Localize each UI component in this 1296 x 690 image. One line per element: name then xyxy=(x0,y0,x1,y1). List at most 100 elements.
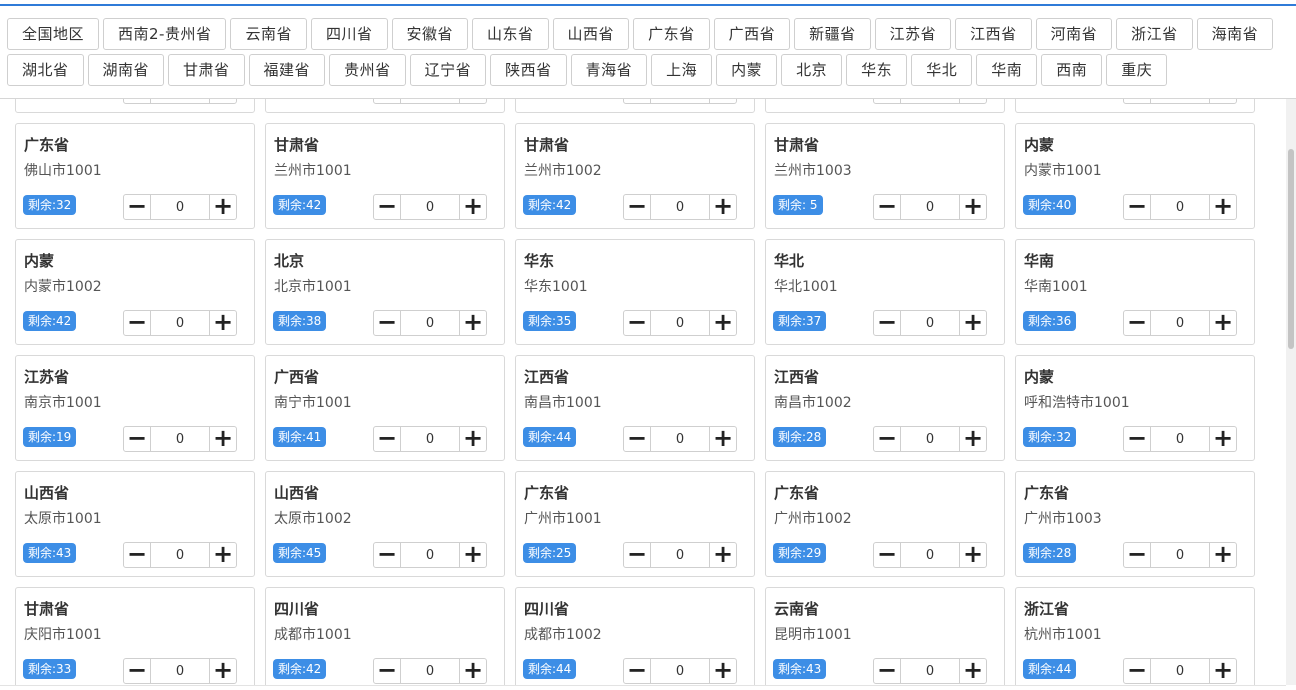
plus-icon[interactable]: + xyxy=(959,542,986,567)
minus-icon[interactable]: − xyxy=(874,426,901,451)
plus-icon[interactable]: + xyxy=(459,310,486,335)
region-filter-button[interactable]: 青海省 xyxy=(570,54,648,86)
minus-icon[interactable]: − xyxy=(124,426,151,451)
region-filter-button[interactable]: 江西省 xyxy=(955,18,1032,50)
scrollbar-thumb[interactable] xyxy=(1288,149,1294,349)
minus-icon[interactable]: − xyxy=(874,99,901,103)
quantity-value[interactable]: 0 xyxy=(651,427,709,451)
region-filter-button[interactable]: 甘肃省 xyxy=(168,54,245,86)
quantity-value[interactable]: 0 xyxy=(151,195,209,219)
plus-icon[interactable]: + xyxy=(709,194,736,219)
quantity-value[interactable]: 0 xyxy=(651,195,709,219)
quantity-value[interactable]: 0 xyxy=(1151,659,1209,683)
plus-icon[interactable]: + xyxy=(1209,99,1236,103)
region-filter-button[interactable]: 西南 xyxy=(1041,54,1103,86)
plus-icon[interactable]: + xyxy=(209,99,236,103)
region-filter-button[interactable]: 广西省 xyxy=(713,18,791,50)
region-filter-button[interactable]: 江苏省 xyxy=(874,18,952,50)
minus-icon[interactable]: − xyxy=(624,310,651,335)
region-filter-button[interactable]: 全国地区 xyxy=(7,18,100,50)
minus-icon[interactable]: − xyxy=(374,310,401,335)
region-filter-button[interactable]: 浙江省 xyxy=(1116,18,1193,50)
quantity-value[interactable]: 0 xyxy=(401,659,459,683)
plus-icon[interactable]: + xyxy=(959,194,986,219)
quantity-value[interactable]: 0 xyxy=(1151,99,1209,103)
minus-icon[interactable]: − xyxy=(374,426,401,451)
plus-icon[interactable]: + xyxy=(459,99,486,103)
region-filter-button[interactable]: 云南省 xyxy=(230,18,307,50)
region-filter-button[interactable]: 西南2-贵州省 xyxy=(103,18,227,50)
region-filter-button[interactable]: 河南省 xyxy=(1035,18,1113,50)
minus-icon[interactable]: − xyxy=(874,194,901,219)
quantity-value[interactable]: 0 xyxy=(401,311,459,335)
quantity-value[interactable]: 0 xyxy=(901,427,959,451)
region-filter-button[interactable]: 四川省 xyxy=(311,18,388,50)
quantity-value[interactable]: 0 xyxy=(1151,427,1209,451)
plus-icon[interactable]: + xyxy=(959,310,986,335)
plus-icon[interactable]: + xyxy=(209,658,236,683)
region-filter-button[interactable]: 安徽省 xyxy=(391,18,469,50)
minus-icon[interactable]: − xyxy=(1124,542,1151,567)
minus-icon[interactable]: − xyxy=(124,99,151,103)
plus-icon[interactable]: + xyxy=(1209,310,1236,335)
minus-icon[interactable]: − xyxy=(374,542,401,567)
minus-icon[interactable]: − xyxy=(874,658,901,683)
minus-icon[interactable]: − xyxy=(1124,194,1151,219)
minus-icon[interactable]: − xyxy=(1124,426,1151,451)
region-filter-button[interactable]: 华南 xyxy=(976,54,1038,86)
minus-icon[interactable]: − xyxy=(624,99,651,103)
minus-icon[interactable]: − xyxy=(624,194,651,219)
minus-icon[interactable]: − xyxy=(624,426,651,451)
plus-icon[interactable]: + xyxy=(459,658,486,683)
plus-icon[interactable]: + xyxy=(1209,658,1236,683)
region-filter-button[interactable]: 北京 xyxy=(781,54,843,86)
quantity-value[interactable]: 0 xyxy=(401,427,459,451)
region-filter-button[interactable]: 广东省 xyxy=(633,18,710,50)
plus-icon[interactable]: + xyxy=(709,310,736,335)
region-filter-button[interactable]: 新疆省 xyxy=(794,18,871,50)
region-filter-button[interactable]: 华东 xyxy=(846,54,908,86)
quantity-value[interactable]: 0 xyxy=(651,659,709,683)
quantity-value[interactable]: 0 xyxy=(651,543,709,567)
minus-icon[interactable]: − xyxy=(374,99,401,103)
region-filter-button[interactable]: 重庆 xyxy=(1106,54,1168,86)
minus-icon[interactable]: − xyxy=(1124,310,1151,335)
region-filter-button[interactable]: 辽宁省 xyxy=(409,54,487,86)
region-filter-button[interactable]: 内蒙 xyxy=(716,54,778,86)
quantity-value[interactable]: 0 xyxy=(401,99,459,103)
quantity-value[interactable]: 0 xyxy=(401,543,459,567)
minus-icon[interactable]: − xyxy=(124,542,151,567)
quantity-value[interactable]: 0 xyxy=(901,543,959,567)
quantity-value[interactable]: 0 xyxy=(151,311,209,335)
quantity-value[interactable]: 0 xyxy=(901,195,959,219)
region-filter-button[interactable]: 福建省 xyxy=(248,54,326,86)
quantity-value[interactable]: 0 xyxy=(651,99,709,103)
card-scroll-area[interactable]: −0+−0+−0+−0+−0+广东省佛山市1001剩余:32−0+甘肃省兰州市1… xyxy=(0,99,1286,685)
region-filter-button[interactable]: 陕西省 xyxy=(490,54,567,86)
minus-icon[interactable]: − xyxy=(124,194,151,219)
minus-icon[interactable]: − xyxy=(624,658,651,683)
minus-icon[interactable]: − xyxy=(624,542,651,567)
region-filter-button[interactable]: 湖南省 xyxy=(87,54,165,86)
region-filter-button[interactable]: 山西省 xyxy=(552,18,630,50)
quantity-value[interactable]: 0 xyxy=(151,427,209,451)
quantity-value[interactable]: 0 xyxy=(151,99,209,103)
plus-icon[interactable]: + xyxy=(959,99,986,103)
minus-icon[interactable]: − xyxy=(374,658,401,683)
quantity-value[interactable]: 0 xyxy=(151,543,209,567)
minus-icon[interactable]: − xyxy=(124,658,151,683)
plus-icon[interactable]: + xyxy=(709,542,736,567)
plus-icon[interactable]: + xyxy=(959,426,986,451)
quantity-value[interactable]: 0 xyxy=(1151,311,1209,335)
region-filter-button[interactable]: 海南省 xyxy=(1196,18,1274,50)
quantity-value[interactable]: 0 xyxy=(901,659,959,683)
minus-icon[interactable]: − xyxy=(1124,658,1151,683)
quantity-value[interactable]: 0 xyxy=(901,311,959,335)
minus-icon[interactable]: − xyxy=(874,542,901,567)
region-filter-button[interactable]: 华北 xyxy=(911,54,973,86)
plus-icon[interactable]: + xyxy=(209,542,236,567)
plus-icon[interactable]: + xyxy=(709,99,736,103)
plus-icon[interactable]: + xyxy=(459,542,486,567)
quantity-value[interactable]: 0 xyxy=(901,99,959,103)
plus-icon[interactable]: + xyxy=(459,194,486,219)
